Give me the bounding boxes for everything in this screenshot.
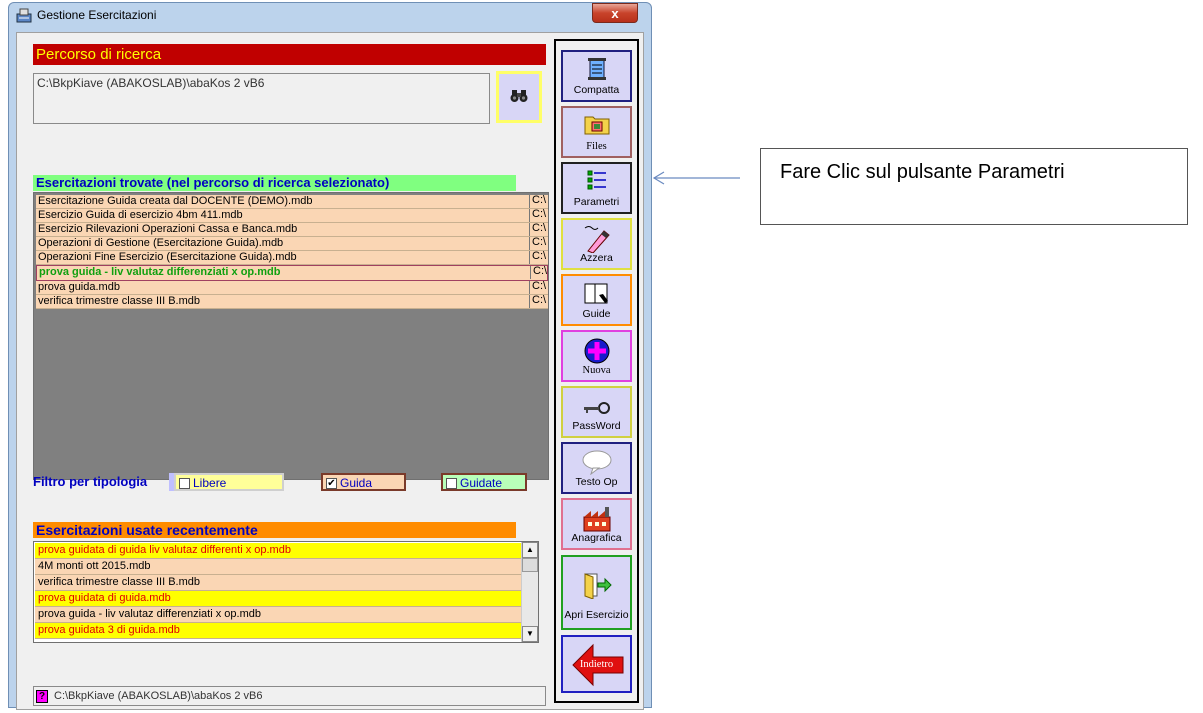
item-path: C:\ (529, 281, 548, 294)
compress-icon (587, 58, 606, 80)
checkbox-box[interactable] (446, 478, 457, 489)
button-label: Parametri (573, 196, 620, 208)
key-icon (583, 402, 610, 414)
search-path-field[interactable]: C:\BkpKiave (ABAKOSLAB)\abaKos 2 vB6 (33, 73, 490, 124)
guide-button[interactable]: Guide (561, 274, 632, 326)
open-door-icon (584, 573, 612, 599)
list-item[interactable]: Esercitazione Guida creata dal DOCENTE (… (36, 195, 548, 209)
vertical-scrollbar[interactable]: ▲ ▼ (521, 542, 538, 642)
item-path: C:\ (529, 251, 548, 264)
testo-op-button[interactable]: Testo Op (561, 442, 632, 494)
status-bar: ? C:\BkpKiave (ABAKOSLAB)\abaKos 2 vB6 (33, 686, 546, 706)
plus-circle-icon (584, 338, 609, 364)
item-path: C:\ (529, 295, 548, 308)
item-path: C:\ (530, 266, 547, 279)
item-path: C:\ (529, 209, 548, 222)
app-icon (16, 8, 32, 23)
app-window: Gestione Esercitazioni x Percorso di ric… (8, 2, 652, 710)
password-button[interactable]: PassWord (561, 386, 632, 438)
list-item[interactable]: Esercizio Rilevazioni Operazioni Cassa e… (36, 223, 548, 237)
button-label: Files (586, 141, 607, 152)
binoculars-icon (510, 90, 528, 102)
list-item[interactable]: 4M monti ott 2015.mdb (35, 559, 521, 575)
button-label: Anagrafica (571, 532, 622, 544)
list-item[interactable]: prova guidata di guida.mdb (35, 591, 521, 607)
list-item-selected[interactable]: prova guida - liv valutaz differenziati … (36, 265, 548, 281)
apri-esercizio-button[interactable]: Apri Esercizio (561, 555, 632, 630)
checkbox-box[interactable] (179, 478, 190, 489)
button-label: Testo Op (575, 476, 618, 488)
list-item[interactable]: Operazioni di Gestione (Esercitazione Gu… (36, 237, 548, 251)
list-item[interactable]: prova guidata 3 di guida.mdb (35, 623, 521, 639)
checkbox-label: Libere (193, 476, 227, 490)
list-item[interactable]: verifica trimestre classe III B.mdb (35, 575, 521, 591)
item-name: prova guida - liv valutaz differenziati … (39, 266, 281, 278)
filter-guidate-checkbox[interactable]: Guidate (441, 473, 527, 491)
list-item[interactable]: prova guida.mdb C:\ (36, 281, 548, 295)
list-item[interactable]: Operazioni Fine Esercizio (Esercitazione… (36, 251, 548, 265)
parametri-button[interactable]: Parametri (561, 162, 632, 214)
search-button[interactable] (496, 71, 542, 123)
item-name: Esercizio Guida di esercizio 4bm 411.mdb (38, 209, 243, 221)
toolbar: Compatta Files Parametri Azzera Guide Nu… (554, 39, 639, 703)
list-item[interactable]: verifica trimestre classe III B.mdb C:\ (36, 295, 548, 309)
item-path: C:\ (529, 195, 548, 208)
checkbox-label: Guida (340, 476, 373, 490)
window-title: Gestione Esercitazioni (37, 8, 157, 22)
scroll-down-button[interactable]: ▼ (522, 626, 538, 642)
checkbox-label: Guidate (460, 476, 503, 490)
anagrafica-button[interactable]: Anagrafica (561, 498, 632, 550)
button-label: Compatta (573, 84, 620, 96)
scroll-thumb[interactable] (522, 558, 538, 572)
parameters-list-icon (587, 170, 606, 190)
button-label: PassWord (572, 420, 621, 432)
item-name: verifica trimestre classe III B.mdb (38, 295, 200, 307)
speech-bubble-icon (582, 450, 611, 475)
recent-exercises-list[interactable]: prova guidata di guida liv valutaz diffe… (33, 541, 539, 643)
button-label: Nuova (582, 365, 611, 376)
scroll-up-button[interactable]: ▲ (522, 542, 538, 558)
item-name: Esercitazione Guida creata dal DOCENTE (… (38, 195, 313, 207)
item-path: C:\ (529, 223, 548, 236)
filter-guida-checkbox[interactable]: ✔ Guida (321, 473, 406, 491)
list-item[interactable]: prova guida - liv valutaz differenziati … (35, 607, 521, 623)
compatta-button[interactable]: Compatta (561, 50, 632, 102)
close-button[interactable]: x (592, 3, 638, 23)
client-area: Percorso di ricerca C:\BkpKiave (ABAKOSL… (16, 32, 644, 710)
item-path: C:\ (529, 237, 548, 250)
checkbox-box[interactable]: ✔ (326, 478, 337, 489)
item-name: Operazioni Fine Esercizio (Esercitazione… (38, 251, 297, 263)
instruction-callout: Fare Clic sul pulsante Parametri (760, 148, 1188, 225)
book-icon (584, 283, 608, 304)
files-button[interactable]: Files (561, 106, 632, 158)
help-button[interactable]: ? (36, 690, 48, 703)
button-label: Azzera (580, 252, 613, 264)
status-path: C:\BkpKiave (ABAKOSLAB)\abaKos 2 vB6 (54, 690, 263, 702)
item-name: Operazioni di Gestione (Esercitazione Gu… (38, 237, 284, 249)
indietro-button[interactable]: Indietro (561, 635, 632, 693)
pointer-arrow-icon (652, 171, 740, 185)
recent-exercises-header: Esercitazioni usate recentemente (33, 522, 516, 538)
title-bar[interactable]: Gestione Esercitazioni x (9, 3, 651, 27)
search-path-header: Percorso di ricerca (33, 44, 546, 65)
found-exercises-list[interactable]: Esercitazione Guida creata dal DOCENTE (… (33, 192, 549, 480)
item-name: Esercizio Rilevazioni Operazioni Cassa e… (38, 223, 298, 235)
button-label: Guide (582, 308, 611, 320)
item-name: prova guida.mdb (38, 281, 120, 293)
instruction-text: Fare Clic sul pulsante Parametri (780, 161, 1065, 183)
list-item[interactable]: Esercizio Guida di esercizio 4bm 411.mdb… (36, 209, 548, 223)
folder-icon (584, 116, 609, 135)
filter-libere-checkbox[interactable]: Libere (174, 473, 284, 491)
found-exercises-header: Esercitazioni trovate (nel percorso di r… (33, 175, 516, 191)
factory-icon (583, 507, 610, 532)
button-label: Apri Esercizio (564, 609, 629, 621)
eraser-icon (584, 226, 610, 253)
filter-label: Filtro per tipologia (33, 474, 148, 489)
button-label: Indietro (579, 659, 614, 670)
azzera-button[interactable]: Azzera (561, 218, 632, 270)
nuova-button[interactable]: Nuova (561, 330, 632, 382)
list-item[interactable]: prova guidata di guida liv valutaz diffe… (35, 543, 521, 559)
